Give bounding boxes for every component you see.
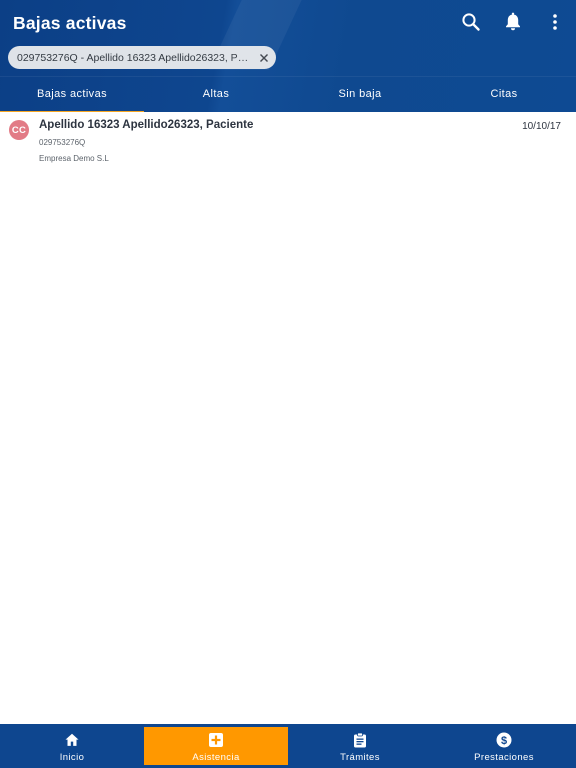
dollar-circle-icon: $ bbox=[496, 732, 512, 748]
record-date: 10/10/17 bbox=[522, 121, 561, 132]
nav-label-asistencia: Asistencia bbox=[192, 752, 240, 763]
home-icon bbox=[64, 732, 80, 748]
tab-altas[interactable]: Altas bbox=[144, 77, 288, 112]
bottom-navigation: Inicio Asistencia Trámites $ Prestacione… bbox=[0, 724, 576, 768]
nav-item-asistencia[interactable]: Asistencia bbox=[144, 724, 288, 768]
tab-bar: Bajas activas Altas Sin baja Citas bbox=[0, 76, 576, 112]
app-header: Bajas activas 029753276Q - Apellido 1632… bbox=[0, 0, 576, 112]
bell-icon[interactable] bbox=[501, 10, 525, 34]
close-icon[interactable] bbox=[252, 46, 276, 69]
company-name: Empresa Demo S.L bbox=[39, 154, 109, 163]
nav-label-inicio: Inicio bbox=[59, 752, 85, 763]
more-vert-icon[interactable] bbox=[543, 10, 567, 34]
list-item[interactable]: CC Apellido 16323 Apellido26323, Pacient… bbox=[0, 112, 576, 170]
tab-bajas-activas[interactable]: Bajas activas bbox=[0, 77, 144, 112]
search-icon[interactable] bbox=[459, 10, 483, 34]
nav-item-prestaciones[interactable]: $ Prestaciones bbox=[432, 724, 576, 768]
patient-name: Apellido 16323 Apellido26323, Paciente bbox=[39, 119, 254, 131]
filter-chip[interactable]: 029753276Q - Apellido 16323 Apellido2632… bbox=[8, 46, 276, 69]
patient-id: 029753276Q bbox=[39, 138, 86, 147]
tab-sin-baja[interactable]: Sin baja bbox=[288, 77, 432, 112]
svg-text:$: $ bbox=[501, 735, 507, 747]
nav-label-tramites: Trámites bbox=[340, 752, 380, 763]
avatar: CC bbox=[9, 120, 29, 140]
nav-label-prestaciones: Prestaciones bbox=[474, 752, 534, 763]
medical-plus-icon bbox=[208, 732, 224, 748]
filter-chip-label: 029753276Q - Apellido 16323 Apellido2632… bbox=[17, 51, 252, 64]
nav-item-tramites[interactable]: Trámites bbox=[288, 724, 432, 768]
nav-item-inicio[interactable]: Inicio bbox=[0, 724, 144, 768]
clipboard-icon bbox=[352, 732, 368, 748]
tab-citas[interactable]: Citas bbox=[432, 77, 576, 112]
page-title: Bajas activas bbox=[13, 13, 127, 33]
